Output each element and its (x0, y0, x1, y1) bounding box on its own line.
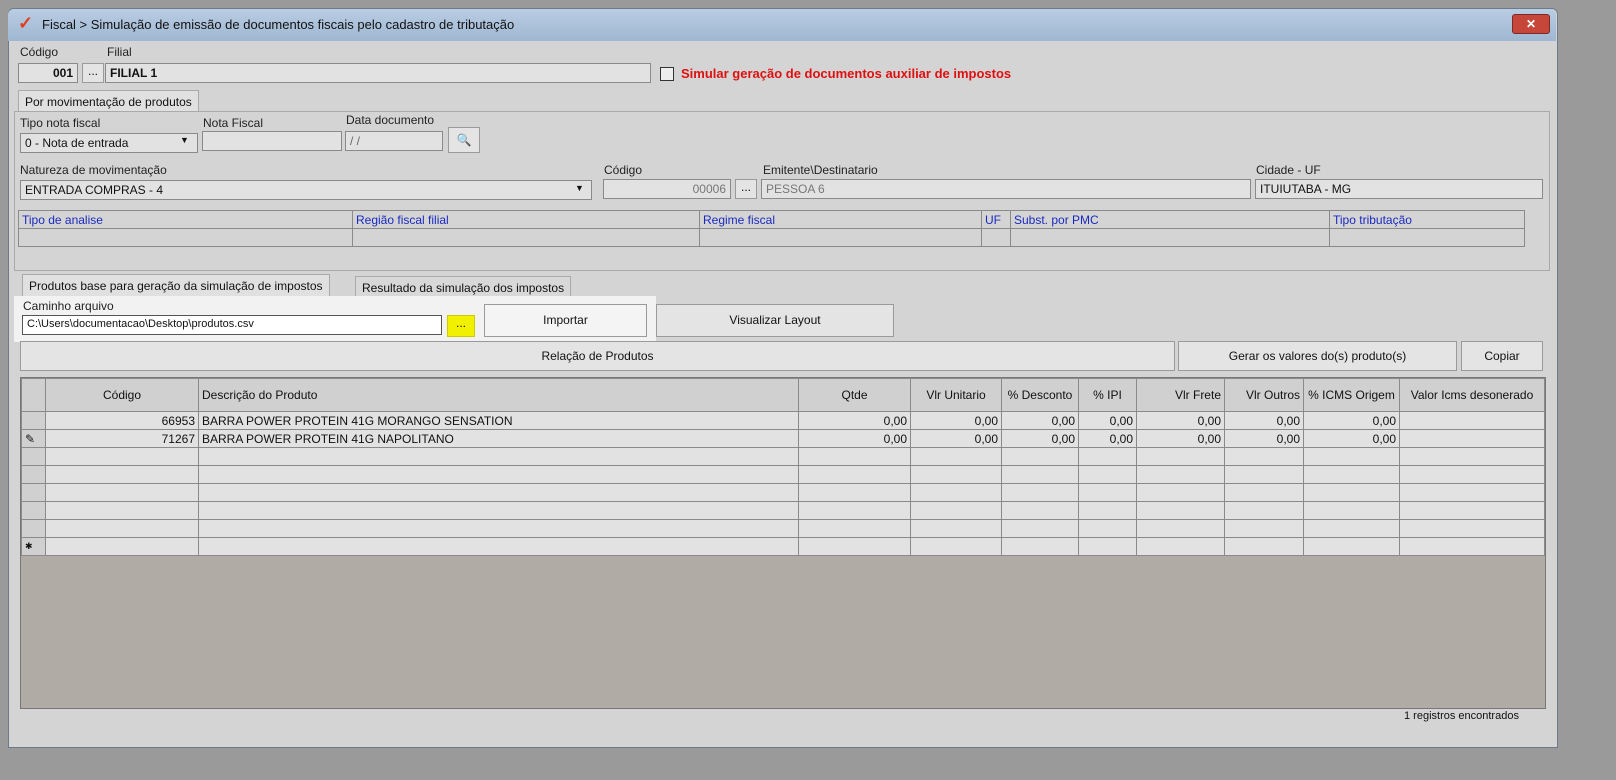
importar-button[interactable]: Importar (484, 304, 647, 337)
cidade-label: Cidade - UF (1256, 163, 1321, 177)
chevron-down-icon: ▼ (180, 135, 189, 145)
cidade-field[interactable]: ITUIUTABA - MG (1255, 179, 1543, 199)
filial-label: Filial (107, 45, 132, 59)
window-title: Fiscal > Simulação de emissão de documen… (42, 17, 515, 32)
analysis-header: Tipo tributação (1329, 210, 1525, 229)
nota-fiscal-field[interactable] (202, 131, 342, 151)
relacao-produtos-header: Relação de Produtos (20, 341, 1175, 371)
analysis-header: UF (981, 210, 1011, 229)
cell[interactable]: 0,00 (1078, 411, 1137, 430)
gerar-valores-button[interactable]: Gerar os valores do(s) produto(s) (1178, 341, 1457, 371)
nf-label: Nota Fiscal (203, 116, 264, 130)
cell[interactable]: 0,00 (1224, 429, 1304, 448)
table-row[interactable]: 66953 BARRA POWER PROTEIN 41G MORANGO SEN… (21, 411, 1545, 430)
cell[interactable]: 0,00 (910, 429, 1002, 448)
cell[interactable]: 0,00 (798, 411, 911, 430)
column-header[interactable]: % IPI (1078, 378, 1137, 412)
cell[interactable]: 0,00 (1136, 429, 1225, 448)
cell[interactable]: 0,00 (1224, 411, 1304, 430)
cell[interactable]: 0,00 (910, 411, 1002, 430)
empty-row[interactable] (21, 483, 1545, 502)
empty-row[interactable] (21, 465, 1545, 484)
empty-row[interactable] (21, 447, 1545, 466)
codigo-pessoa-field[interactable]: 00006 (603, 179, 731, 199)
search-button[interactable]: 🔍 (448, 127, 480, 153)
cell[interactable]: BARRA POWER PROTEIN 41G NAPOLITANO (198, 429, 799, 448)
tab-por-movimentacao[interactable]: Por movimentação de produtos (18, 90, 199, 112)
analysis-header: Tipo de analise (18, 210, 353, 229)
data-documento-field[interactable]: / / (345, 131, 443, 151)
tipo-nota-select[interactable]: 0 - Nota de entrada (20, 133, 198, 153)
natureza-label: Natureza de movimentação (20, 163, 167, 177)
search-icon: 🔍 (456, 133, 472, 147)
close-button[interactable]: ✕ (1512, 14, 1550, 34)
pencil-icon: ✎ (21, 429, 46, 448)
emitente-field[interactable]: PESSOA 6 (761, 179, 1251, 199)
caminho-label: Caminho arquivo (23, 299, 114, 313)
products-grid: Código Descrição do Produto Qtde Vlr Uni… (21, 378, 1545, 556)
cell[interactable]: 0,00 (1078, 429, 1137, 448)
column-header[interactable]: Vlr Unitario (910, 378, 1002, 412)
codigo-label: Código (20, 45, 59, 59)
filial-name-field[interactable]: FILIAL 1 (105, 63, 651, 83)
tipo-label: Tipo nota fiscal (20, 116, 101, 130)
cell[interactable]: 0,00 (1001, 411, 1079, 430)
column-header[interactable]: % Desconto (1001, 378, 1079, 412)
column-header[interactable]: % ICMS Origem (1303, 378, 1400, 412)
table-row[interactable]: ✎ 71267 BARRA POWER PROTEIN 41G NAPOLITANO… (21, 429, 1545, 448)
cell[interactable]: 0,00 (1136, 411, 1225, 430)
column-header[interactable]: Descrição do Produto (198, 378, 799, 412)
column-header[interactable]: Valor Icms desonerado (1399, 378, 1545, 412)
emitente-label: Emitente\Destinatario (763, 163, 878, 177)
pessoa-lookup-button[interactable]: ... (735, 179, 757, 199)
cell[interactable]: 0,00 (1303, 411, 1400, 430)
tab-produtos-base[interactable]: Produtos base para geração da simulação … (22, 274, 330, 297)
new-row[interactable]: ✱ (21, 537, 1545, 556)
cell[interactable]: 0,00 (1001, 429, 1079, 448)
new-row-icon: ✱ (21, 537, 46, 556)
natureza-select[interactable]: ENTRADA COMPRAS - 4 (20, 180, 592, 200)
caminho-input[interactable]: C:\Users\documentacao\Desktop\produtos.c… (22, 315, 442, 335)
status-text: 1 registros encontrados (1404, 710, 1519, 722)
analysis-header: Região fiscal filial (352, 210, 700, 229)
cell[interactable]: 66953 (45, 411, 199, 430)
filial-lookup-button[interactable]: ... (82, 63, 104, 83)
cell[interactable]: 71267 (45, 429, 199, 448)
title-bar: ✓ Fiscal > Simulação de emissão de docum… (8, 9, 1556, 41)
cell[interactable]: BARRA POWER PROTEIN 41G MORANGO SENSATIO… (198, 411, 799, 430)
cell[interactable] (1399, 429, 1545, 448)
analysis-header: Regime fiscal (699, 210, 982, 229)
cell[interactable]: 0,00 (1303, 429, 1400, 448)
copiar-button[interactable]: Copiar (1461, 341, 1543, 371)
codigo-pessoa-label: Código (604, 163, 643, 177)
tab-resultado[interactable]: Resultado da simulação dos impostos (355, 276, 572, 297)
data-label: Data documento (346, 113, 435, 127)
analysis-table: Tipo de analise Região fiscal filial Regim… (18, 210, 1525, 247)
row-indicator-header (21, 378, 46, 412)
analysis-header: Subst. por PMC (1010, 210, 1330, 229)
simular-checkbox[interactable] (660, 67, 674, 81)
cell[interactable] (1399, 411, 1545, 430)
filial-code-field[interactable]: 001 (18, 63, 78, 83)
simular-label: Simular geração de documentos auxiliar d… (681, 66, 1012, 81)
cell[interactable]: 0,00 (798, 429, 911, 448)
column-header[interactable]: Vlr Frete (1136, 378, 1225, 412)
chevron-down-icon: ▼ (575, 183, 584, 193)
empty-row[interactable] (21, 519, 1545, 538)
column-header[interactable]: Código (45, 378, 199, 412)
column-header[interactable]: Vlr Outros (1224, 378, 1304, 412)
empty-row[interactable] (21, 501, 1545, 520)
visualizar-layout-button[interactable]: Visualizar Layout (656, 304, 894, 337)
browse-button[interactable]: ... (447, 315, 475, 337)
column-header[interactable]: Qtde (798, 378, 911, 412)
app-logo-icon: ✓ (18, 13, 34, 33)
